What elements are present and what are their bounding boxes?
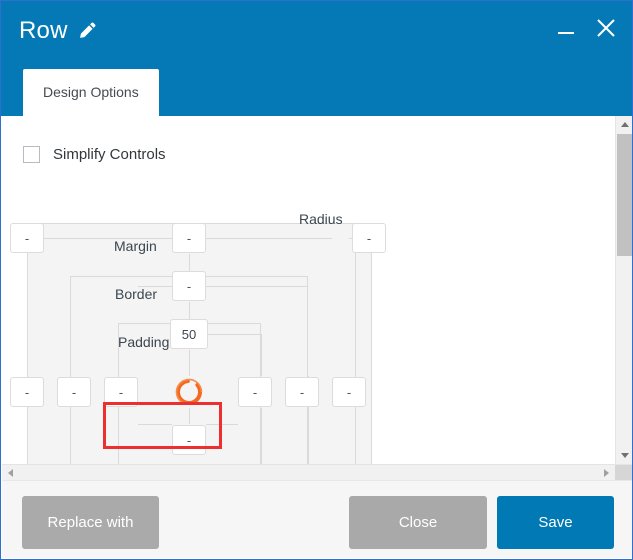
connector-line: [206, 334, 261, 335]
connector-line: [261, 408, 262, 464]
loading-spinner-icon: [173, 376, 205, 408]
design-options-pane: Simplify Controls Margin Border Padding …: [2, 116, 615, 464]
connector-line: [261, 334, 262, 376]
modal-footer: Replace with Close Save: [2, 480, 632, 558]
margin-label: Margin: [114, 238, 157, 254]
simplify-controls-checkbox[interactable]: [23, 146, 40, 163]
connector-line: [189, 254, 190, 272]
padding-right-input[interactable]: -: [238, 377, 272, 407]
scroll-down-button[interactable]: [616, 447, 632, 464]
margin-bottom-input[interactable]: -: [172, 425, 206, 455]
pencil-icon[interactable]: [77, 21, 97, 41]
minimize-icon: [558, 32, 574, 34]
simplify-controls-label: Simplify Controls: [53, 146, 166, 163]
tab-design-options[interactable]: Design Options: [23, 69, 159, 116]
window-controls: [553, 15, 619, 41]
modal-header: Row Design Options: [1, 1, 632, 116]
radius-label: Radius: [299, 211, 343, 227]
modal-body: Simplify Controls Margin Border Padding …: [2, 116, 632, 481]
page-title: Row: [19, 17, 68, 44]
replace-with-button[interactable]: Replace with: [22, 496, 159, 549]
close-modal-button[interactable]: Close: [349, 496, 487, 549]
border-left-input[interactable]: -: [57, 377, 91, 407]
scroll-right-button[interactable]: [598, 465, 615, 481]
scroll-left-arrow-icon: [8, 469, 13, 477]
connector-line: [138, 424, 172, 425]
margin-top-input[interactable]: -: [172, 223, 206, 253]
tab-bar: Design Options: [23, 69, 159, 116]
scroll-up-button[interactable]: [616, 116, 632, 133]
padding-top-input[interactable]: 50: [170, 319, 208, 349]
connector-line: [189, 350, 190, 376]
scrollbar-corner: [615, 465, 632, 481]
close-icon: [597, 19, 615, 37]
radius-input[interactable]: -: [352, 223, 386, 253]
tab-design-options-label: Design Options: [43, 84, 139, 100]
header-title-row: Row: [19, 19, 97, 43]
minimize-button[interactable]: [553, 15, 579, 41]
connector-line: [206, 424, 238, 425]
box-model-editor: Margin Border Padding Radius - - 50 - - …: [2, 206, 615, 464]
padding-left-input[interactable]: -: [104, 377, 138, 407]
vertical-scrollbar-thumb[interactable]: [617, 134, 632, 256]
border-top-input[interactable]: -: [172, 271, 206, 301]
margin-right-input[interactable]: -: [332, 377, 366, 407]
close-button[interactable]: [593, 15, 619, 41]
connector-line: [206, 238, 332, 239]
vertical-scrollbar[interactable]: [615, 116, 632, 464]
save-button[interactable]: Save: [497, 496, 614, 549]
border-label: Border: [115, 286, 158, 302]
design-options-modal: Row Design Options Simplify Controls Mar…: [0, 0, 633, 560]
border-right-input[interactable]: -: [285, 377, 319, 407]
padding-label: Padding: [118, 334, 170, 350]
scroll-left-button[interactable]: [2, 465, 19, 481]
connector-line: [189, 408, 190, 424]
margin-left-input[interactable]: -: [10, 377, 44, 407]
simplify-controls-row[interactable]: Simplify Controls: [23, 146, 166, 163]
margin-corner-input[interactable]: -: [10, 223, 44, 253]
horizontal-scrollbar[interactable]: [2, 464, 632, 481]
connector-line: [355, 239, 356, 464]
scroll-right-arrow-icon: [604, 469, 609, 477]
connector-line: [189, 302, 190, 320]
scroll-up-arrow-icon: [620, 122, 629, 127]
scroll-down-arrow-icon: [620, 453, 629, 458]
connector-line: [206, 286, 308, 287]
